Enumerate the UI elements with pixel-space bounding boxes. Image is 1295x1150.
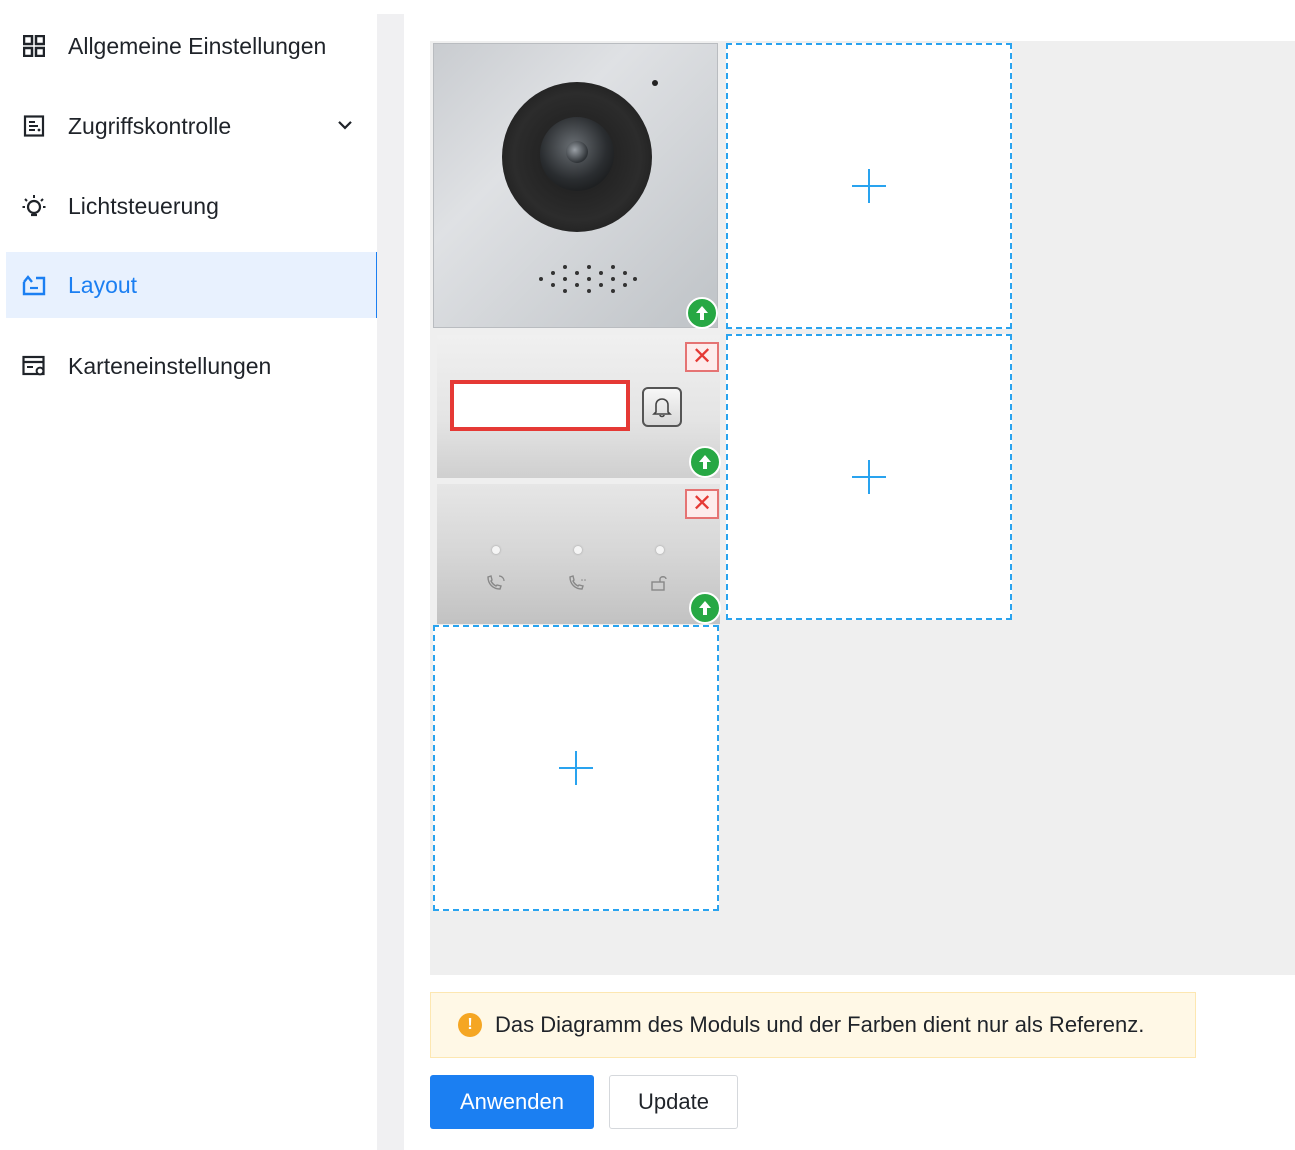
close-icon: ✕ <box>691 343 713 370</box>
light-bulb-icon <box>22 194 46 218</box>
upload-button[interactable] <box>686 297 718 329</box>
warning-icon: ! <box>458 1013 482 1037</box>
notice-text: Das Diagramm des Moduls und der Farben d… <box>495 1012 1145 1037</box>
arrow-up-icon <box>696 306 708 320</box>
camera-lens <box>502 82 652 232</box>
plus-icon <box>852 460 886 494</box>
sidebar-item-zugriffskontrolle[interactable]: Zugriffskontrolle <box>6 93 380 159</box>
status-led <box>656 546 664 554</box>
plus-icon <box>559 751 593 785</box>
empty-module-slot[interactable] <box>726 43 1012 329</box>
sidebar-item-allgemeine-einstellungen[interactable]: Allgemeine Einstellungen <box>6 13 380 79</box>
chevron-down-icon[interactable] <box>334 114 356 136</box>
sidebar-item-layout[interactable]: Layout <box>6 252 380 318</box>
microphone-dot <box>652 80 658 86</box>
status-led <box>574 546 582 554</box>
remove-module-button[interactable]: ✕ <box>685 342 719 372</box>
status-led <box>492 546 500 554</box>
unlock-icon <box>651 576 667 591</box>
arrow-up-icon <box>699 601 711 615</box>
upload-button[interactable] <box>689 446 721 478</box>
sidebar-item-label: Lichtsteuerung <box>68 192 219 219</box>
bell-icon <box>642 387 682 427</box>
update-button[interactable]: Update <box>609 1075 738 1129</box>
close-icon: ✕ <box>691 490 713 517</box>
sidebar: Allgemeine Einstellungen Zugriffskontrol… <box>0 0 380 1150</box>
upload-button[interactable] <box>689 592 721 624</box>
sidebar-item-label: Karteneinstellungen <box>68 352 272 379</box>
layout-icon <box>22 273 46 297</box>
grid-icon <box>22 34 46 58</box>
sidebar-item-label: Zugriffskontrolle <box>68 112 232 139</box>
card-settings-icon <box>22 354 46 378</box>
status-indicator-module <box>437 484 720 624</box>
button-module <box>437 335 720 478</box>
door-panel-icon <box>22 114 46 138</box>
remove-module-button[interactable]: ✕ <box>685 489 719 519</box>
reference-notice: ! Das Diagramm des Moduls und der Farben… <box>430 992 1196 1058</box>
phone-ringing-icon <box>569 575 586 590</box>
sidebar-item-label: Layout <box>68 271 138 298</box>
button-name-field[interactable] <box>450 380 630 431</box>
empty-module-slot[interactable] <box>433 625 719 911</box>
apply-button[interactable]: Anwenden <box>430 1075 594 1129</box>
sidebar-item-karteneinstellungen[interactable]: Karteneinstellungen <box>6 333 380 399</box>
sidebar-item-label: Allgemeine Einstellungen <box>68 32 327 59</box>
sidebar-item-lichtsteuerung[interactable]: Lichtsteuerung <box>6 173 380 239</box>
camera-module <box>433 43 718 328</box>
arrow-up-icon <box>699 455 711 469</box>
sidebar-divider <box>377 14 404 1150</box>
plus-icon <box>852 169 886 203</box>
speaker-grille <box>529 259 639 299</box>
phone-calling-icon <box>487 575 505 590</box>
empty-module-slot[interactable] <box>726 334 1012 620</box>
